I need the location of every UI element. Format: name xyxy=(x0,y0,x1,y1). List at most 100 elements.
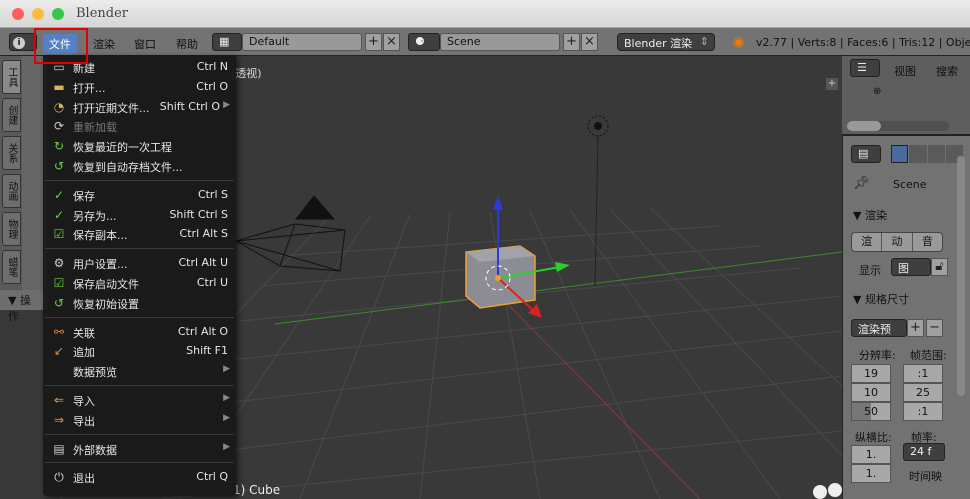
menu-separator xyxy=(45,433,234,435)
outliner-menu-search[interactable]: 搜索 xyxy=(936,63,958,79)
menu-item-label: 保存启动文件 xyxy=(73,278,139,291)
properties-context-tabs xyxy=(891,145,964,163)
quit-icon: ⏻ xyxy=(54,470,64,485)
reload-icon: ⟳ xyxy=(53,119,65,134)
tab-grease-pencil[interactable]: 蜡笔 xyxy=(2,250,21,284)
file-menu-item[interactable]: ▤ 外部数据 ▶ xyxy=(43,439,236,459)
file-menu-item[interactable]: ↺ 恢复初始设置 xyxy=(43,293,236,313)
render-image-button[interactable]: 渲 xyxy=(852,233,881,251)
fps-select[interactable]: 24 f xyxy=(903,443,945,461)
menu-item-label: 打开近期文件... xyxy=(73,101,150,115)
frame-step-field[interactable]: :1 xyxy=(903,402,943,421)
resolution-x-field[interactable]: 19 xyxy=(851,364,891,383)
render-tab-icon[interactable] xyxy=(891,145,909,163)
layout-selector-icon[interactable]: ▦ xyxy=(212,33,242,51)
file-menu-item[interactable]: ↙ 追加 Shift F1 xyxy=(43,341,236,361)
aspect-y-field[interactable]: 1. xyxy=(851,464,891,483)
render-audio-button[interactable]: 音 xyxy=(911,233,942,251)
add-layout-button[interactable]: + xyxy=(365,33,382,51)
info-header: i 文件 渲染 窗口 帮助 ▦ Default + × ⚈ Scene + × … xyxy=(0,28,970,56)
file-menu-item[interactable]: ⟳ 重新加载 xyxy=(43,116,236,136)
zoom-window-button[interactable] xyxy=(52,8,64,20)
render-buttons: 渲 动 音 xyxy=(851,232,943,252)
file-menu-item[interactable]: ⚯ 关联 Ctrl Alt O xyxy=(43,322,236,342)
menu-item-label: 导出 xyxy=(73,414,95,428)
render-preset-select[interactable]: 渲染预 xyxy=(851,319,907,337)
file-menu-item[interactable]: ▬ 打开... Ctrl O xyxy=(43,77,236,97)
file-menu-item[interactable]: ⚙ 用户设置... Ctrl Alt U xyxy=(43,253,236,273)
add-scene-button[interactable]: + xyxy=(563,33,580,51)
menu-item-label: 保存 xyxy=(73,189,95,203)
layout-name-field[interactable]: Default xyxy=(242,33,362,51)
display-select[interactable]: 图 xyxy=(891,258,931,276)
frame-end-field[interactable]: 25 xyxy=(903,383,943,402)
render-animation-button[interactable]: 动 xyxy=(881,233,911,251)
delete-layout-button[interactable]: × xyxy=(383,33,400,51)
check-box-icon: ☑ xyxy=(53,227,65,242)
file-menu-item[interactable]: 数据预览 ▶ xyxy=(43,361,236,381)
tab-tools[interactable]: 工具 xyxy=(2,60,21,94)
scene-name-field[interactable]: Scene xyxy=(440,33,560,51)
tab-animation[interactable]: 动画 xyxy=(2,174,21,208)
pin-icon[interactable]: 📌︎ xyxy=(853,176,870,191)
submenu-arrow-icon: ▶ xyxy=(223,393,230,403)
menu-render[interactable]: 渲染 xyxy=(87,34,121,54)
file-menu-item[interactable]: ⇒ 导出 ▶ xyxy=(43,410,236,430)
tab-relations[interactable]: 关系 xyxy=(2,136,21,170)
menu-item-label: 导入 xyxy=(73,395,95,408)
tab-create[interactable]: 创建 xyxy=(2,98,21,132)
file-menu-item[interactable]: ◔ 打开近期文件... Shift Ctrl O ▶ xyxy=(43,97,236,117)
menu-item-shortcut: Shift F1 xyxy=(186,344,228,358)
file-menu-item[interactable]: ☑ 保存副本... Ctrl Alt S xyxy=(43,224,236,244)
tab-physics[interactable]: 物理 xyxy=(2,212,21,246)
frame-range-label: 帧范围: xyxy=(910,349,947,362)
dimensions-panel-header[interactable]: ▼ 规格尺寸 xyxy=(853,291,909,307)
link-icon: ⚯ xyxy=(53,324,65,339)
menu-window[interactable]: 窗口 xyxy=(128,34,162,54)
delete-scene-button[interactable]: × xyxy=(581,33,598,51)
outliner-type-button[interactable]: ☰ xyxy=(850,59,880,77)
menu-item-label: 恢复到自动存档文件... xyxy=(73,161,183,174)
outliner-menu-view[interactable]: 视图 xyxy=(894,63,916,79)
properties-scrollbar[interactable] xyxy=(957,156,965,396)
active-object-label: 1) Cube xyxy=(233,483,281,497)
render-engine-select[interactable]: Blender 渲染 ⇕ xyxy=(617,33,715,51)
file-menu-item[interactable]: ⏻ 退出 Ctrl Q xyxy=(43,467,236,487)
frame-start-field[interactable]: :1 xyxy=(903,364,943,383)
properties-editor-type-button[interactable]: ▤ xyxy=(851,145,881,163)
operator-panel-header[interactable]: ▼ 操作 xyxy=(0,290,48,323)
file-menu-item[interactable]: ↺ 恢复到自动存档文件... xyxy=(43,156,236,176)
lock-icon[interactable]: 🔓︎ xyxy=(931,258,948,276)
file-menu-item[interactable]: ⇐ 导入 ▶ xyxy=(43,390,236,410)
resolution-y-field[interactable]: 10 xyxy=(851,383,891,402)
add-preset-button[interactable]: + xyxy=(907,319,924,337)
close-window-button[interactable] xyxy=(12,8,24,20)
title-bar: Blender xyxy=(0,0,970,28)
menu-help[interactable]: 帮助 xyxy=(170,34,204,54)
file-menu-item[interactable]: ✓ 保存 Ctrl S xyxy=(43,185,236,205)
outliner-hscrollbar[interactable] xyxy=(847,121,949,131)
menu-item-label: 重新加载 xyxy=(73,121,117,135)
render-layers-tab-icon[interactable] xyxy=(909,145,927,163)
file-menu-item[interactable]: ✓ 另存为... Shift Ctrl S xyxy=(43,205,236,225)
properties-toggle-icon[interactable]: + xyxy=(826,78,838,90)
file-menu-item[interactable]: ☑ 保存启动文件 Ctrl U xyxy=(43,273,236,293)
remove-preset-button[interactable]: − xyxy=(926,319,943,337)
menu-item-shortcut: Shift Ctrl S xyxy=(169,207,228,221)
aspect-x-field[interactable]: 1. xyxy=(851,445,891,464)
scene-selector-icon[interactable]: ⚈ xyxy=(408,33,440,51)
window-title: Blender xyxy=(76,6,129,21)
render-panel-header[interactable]: ▼ 渲染 xyxy=(853,207,887,223)
scene-stats: v2.77 | Verts:8 | Faces:6 | Tris:12 | Ob… xyxy=(756,36,970,49)
resolution-percent-slider[interactable]: 50 xyxy=(851,402,891,421)
expand-icon[interactable]: ⊕ xyxy=(873,86,881,97)
render-engine-label: Blender 渲染 xyxy=(624,37,693,50)
menu-item-label: 恢复初始设置 xyxy=(73,297,139,311)
editor-type-button[interactable]: i xyxy=(9,33,37,51)
scene-tab-icon[interactable] xyxy=(927,145,945,163)
preferences-icon: ⚙ xyxy=(53,256,65,271)
file-menu-item[interactable]: ↻ 恢复最近的一次工程 xyxy=(43,136,236,156)
menu-item-label: 另存为... xyxy=(73,209,117,223)
submenu-arrow-icon: ▶ xyxy=(223,99,230,110)
minimize-window-button[interactable] xyxy=(32,8,44,20)
